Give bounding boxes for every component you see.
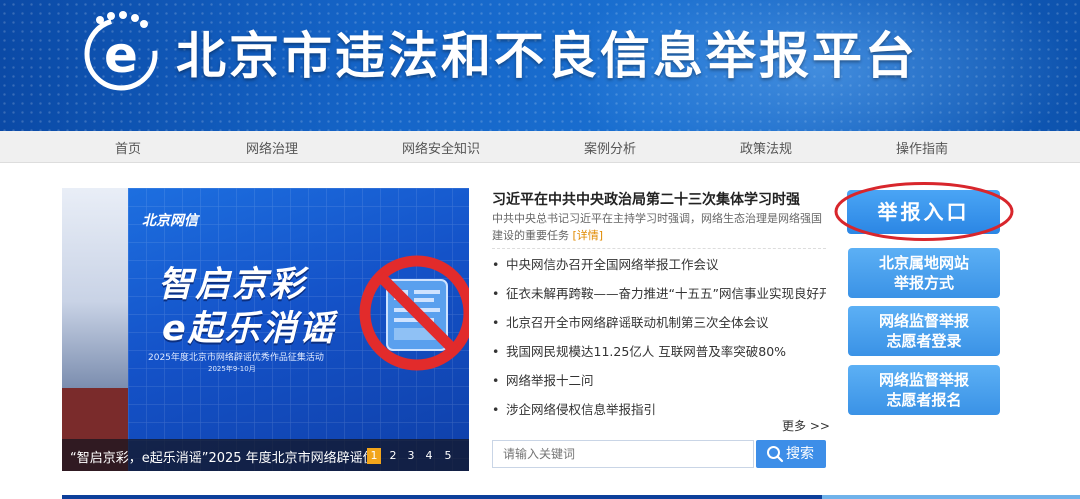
footer-strip-accent xyxy=(822,495,1080,499)
bullet-icon: • xyxy=(492,286,500,301)
bullet-icon: • xyxy=(492,257,500,272)
search-icon xyxy=(767,446,784,463)
news-item[interactable]: • 网络举报十二问 xyxy=(492,372,826,401)
nav-operation-guide[interactable]: 操作指南 xyxy=(896,138,948,157)
carousel-page-3[interactable]: 3 xyxy=(404,448,418,464)
news-item[interactable]: • 涉企网络侵权信息举报指引 xyxy=(492,401,826,430)
news-item-label: 征衣未解再跨鞍——奋力推进“十五五”网信事业实现良好开局 xyxy=(506,286,826,301)
slide-event-date: 2025年9-10月 xyxy=(208,365,256,373)
nav-home[interactable]: 首页 xyxy=(115,138,141,157)
side-btn-line1: 北京属地网站 xyxy=(878,254,969,272)
nav-security-knowledge[interactable]: 网络安全知识 xyxy=(402,138,480,157)
local-site-report-button[interactable]: 北京属地网站 举报方式 xyxy=(848,248,1000,298)
news-item[interactable]: • 中央网信办召开全国网络举报工作会议 xyxy=(492,256,826,285)
news-item-label: 我国网民规模达11.25亿人 互联网普及率突破80% xyxy=(506,344,787,359)
news-item-label: 涉企网络侵权信息举报指引 xyxy=(506,402,657,417)
slide-brand-tag: 北京网信 xyxy=(142,213,198,229)
news-item-label: 中央网信办召开全国网络举报工作会议 xyxy=(506,257,719,272)
platform-logo-icon: e xyxy=(84,11,158,91)
carousel-caption[interactable]: “智启京彩，e起乐消谣”2025 年度北京市网络辟谣优秀作品征集活动 xyxy=(70,447,370,466)
bullet-icon: • xyxy=(492,344,500,359)
more-link[interactable]: 更多 >> xyxy=(782,417,830,434)
news-item-label: 网络举报十二问 xyxy=(506,373,594,388)
news-item[interactable]: • 征衣未解再跨鞍——奋力推进“十五五”网信事业实现良好开局 xyxy=(492,285,826,314)
news-divider xyxy=(492,248,826,249)
volunteer-login-button[interactable]: 网络监督举报 志愿者登录 xyxy=(848,306,1000,356)
slide-slogan-line2: e起乐消谣 xyxy=(162,309,336,349)
bullet-icon: • xyxy=(492,315,500,330)
search-button[interactable]: 搜索 xyxy=(756,440,826,468)
carousel-slide[interactable]: 北京网信 智启京彩 e起乐消谣 2025年度北京市网络辟谣优秀作品征集活动 20… xyxy=(62,188,469,471)
news-list: • 中央网信办召开全国网络举报工作会议 • 征衣未解再跨鞍——奋力推进“十五五”网信… xyxy=(492,256,826,430)
news-item[interactable]: • 我国网民规模达11.25亿人 互联网普及率突破80% xyxy=(492,343,826,372)
search-field xyxy=(492,440,754,468)
side-btn-line2: 举报方式 xyxy=(893,274,954,292)
headline-link[interactable]: 习近平在中共中央政治局第二十三次集体学习时强 xyxy=(492,189,800,209)
detail-link[interactable]: [详情] xyxy=(573,229,604,242)
nav-case-analysis[interactable]: 案例分析 xyxy=(584,138,636,157)
carousel-page-2[interactable]: 2 xyxy=(386,448,400,464)
nav-policy-regulations[interactable]: 政策法规 xyxy=(740,138,792,157)
highlight-ring xyxy=(834,182,1014,241)
footer-strip xyxy=(62,495,822,499)
slide-event-text: 2025年度北京市网络辟谣优秀作品征集活动 xyxy=(148,353,324,363)
main-nav: 首页 网络治理 网络安全知识 案例分析 政策法规 操作指南 xyxy=(0,131,1080,163)
carousel-page-1[interactable]: 1 xyxy=(367,448,381,464)
no-rumor-ban-icon xyxy=(359,255,469,371)
bullet-icon: • xyxy=(492,402,500,417)
summary-text: 中共中央总书记习近平在主持学习时强调，网络生态治理是网络强国建设的重要任务 xyxy=(492,212,822,242)
news-item[interactable]: • 北京召开全市网络辟谣联动机制第三次全体会议 xyxy=(492,314,826,343)
svg-text:e: e xyxy=(104,26,138,84)
site-title: 北京市违法和不良信息举报平台 xyxy=(176,27,918,85)
side-btn-line1: 网络监督举报 xyxy=(878,312,969,330)
carousel-page-5[interactable]: 5 xyxy=(441,448,455,464)
headline-summary: 中共中央总书记习近平在主持学习时强调，网络生态治理是网络强国建设的重要任务 [详… xyxy=(492,210,828,244)
side-btn-line2: 志愿者报名 xyxy=(886,391,962,409)
side-btn-line2: 志愿者登录 xyxy=(886,332,962,350)
nav-network-governance[interactable]: 网络治理 xyxy=(246,138,298,157)
volunteer-signup-button[interactable]: 网络监督举报 志愿者报名 xyxy=(848,365,1000,415)
carousel-page-4[interactable]: 4 xyxy=(422,448,436,464)
side-btn-line1: 网络监督举报 xyxy=(878,371,969,389)
bullet-icon: • xyxy=(492,373,500,388)
search-button-label: 搜索 xyxy=(786,446,814,462)
news-item-label: 北京召开全市网络辟谣联动机制第三次全体会议 xyxy=(506,315,769,330)
header-banner: e 北京市违法和不良信息举报平台 xyxy=(0,0,1080,131)
search-input[interactable] xyxy=(493,441,753,467)
